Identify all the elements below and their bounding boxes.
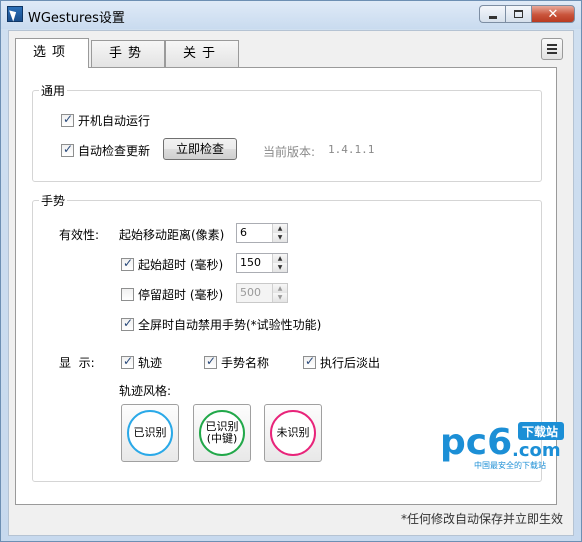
gesture-name-checkbox[interactable]: 手势名称 [204,354,269,371]
start-timeout-checkbox[interactable]: 起始超时 (毫秒) [121,256,223,273]
fullscreen-checkbox[interactable]: 全屏时自动禁用手势(*试验性功能) [121,316,321,333]
trail-check[interactable] [121,354,134,369]
hamburger-icon-line [547,48,557,50]
gestures-group-title: 手势 [39,192,68,209]
pc6-logo-icon: pc6 下载站 .com 中国最安全的下载站 [440,422,564,470]
stay-timeout-check[interactable] [121,288,134,301]
settings-window: WGestures设置 ✕ 选项 手势 关于 通用 开机自动运行 [0,0,582,542]
stepper-arrows[interactable]: ▲ ▼ [272,254,287,272]
validity-label: 有效性: [59,228,100,242]
check-now-button[interactable]: 立即检查 [163,138,237,160]
logo-domain-text: .com [512,440,561,461]
arrow-down-icon: ▼ [273,293,287,302]
style-recognized-middle-ring: 已识别 (中键) [199,410,245,456]
window-title: WGestures设置 [28,11,125,26]
arrow-up-icon[interactable]: ▲ [273,254,287,263]
gesture-name-check[interactable] [204,354,217,369]
trail-style-label: 轨迹风格: [119,384,172,398]
autoupdate-label: 自动检查更新 [78,144,151,158]
general-group-title: 通用 [39,82,68,99]
start-timeout-check[interactable] [121,256,134,271]
minimize-icon [488,15,497,19]
stay-timeout-value: 500 [240,286,261,299]
client-area: 选项 手势 关于 通用 开机自动运行 自动检查更新 立即检查 [8,30,574,536]
version-label: 当前版本: [263,145,316,159]
style-unrecognized-label: 未识别 [276,426,310,439]
pc6-watermark-logo: pc6 下载站 .com 中国最安全的下载站 [440,420,580,474]
fade-checkbox[interactable]: 执行后淡出 [303,354,380,371]
arrow-up-icon: ▲ [273,284,287,293]
fullscreen-check[interactable] [121,316,134,331]
stay-timeout-stepper: 500 ▲ ▼ [236,283,288,303]
style-recognized-ring: 已识别 [127,410,173,456]
start-timeout-stepper[interactable]: 150 ▲ ▼ [236,253,288,273]
stay-timeout-checkbox[interactable]: 停留超时 (毫秒) [121,286,223,303]
menu-button[interactable] [541,38,563,60]
tab-options[interactable]: 选项 [15,38,89,68]
trail-label: 轨迹 [138,356,163,370]
tab-gestures[interactable]: 手势 [91,40,165,67]
start-distance-value[interactable]: 6 [240,226,247,239]
trail-checkbox[interactable]: 轨迹 [121,354,162,371]
autoupdate-checkbox[interactable]: 自动检查更新 [61,142,150,159]
autostart-checkbox[interactable]: 开机自动运行 [61,112,150,129]
autoupdate-check[interactable] [61,142,74,157]
maximize-button[interactable] [505,5,531,23]
arrow-down-icon[interactable]: ▼ [273,263,287,272]
general-group: 通用 开机自动运行 自动检查更新 立即检查 当前版本: 1.4.1.1 [32,82,542,182]
start-timeout-value[interactable]: 150 [240,256,261,269]
style-recognized-label: 已识别 [133,426,167,439]
autostart-check[interactable] [61,112,74,127]
start-timeout-label: 起始超时 (毫秒) [138,258,224,272]
maximize-icon [514,10,523,18]
display-label: 显 示: [59,356,95,370]
style-recognized-button[interactable]: 已识别 [121,404,179,462]
hamburger-icon-line [547,52,557,54]
stay-timeout-label: 停留超时 (毫秒) [138,288,224,302]
logo-brand-text: pc6 [440,422,512,463]
version-value: 1.4.1.1 [328,143,375,156]
minimize-button[interactable] [479,5,505,23]
tab-about[interactable]: 关于 [165,40,239,67]
fade-label: 执行后淡出 [320,356,381,370]
window-controls: ✕ [479,5,575,23]
arrow-up-icon[interactable]: ▲ [273,224,287,233]
style-recognized-middle-button[interactable]: 已识别 (中键) [193,404,251,462]
style-unrecognized-ring: 未识别 [270,410,316,456]
stepper-arrows: ▲ ▼ [272,284,287,302]
logo-tagline-text: 中国最安全的下载站 [474,460,546,470]
autosave-note: *任何修改自动保存并立即生效 [400,512,563,526]
stepper-arrows[interactable]: ▲ ▼ [272,224,287,242]
fullscreen-label: 全屏时自动禁用手势(*试验性功能) [138,318,322,332]
app-icon [7,6,23,22]
fade-check[interactable] [303,354,316,369]
gesture-name-label: 手势名称 [221,356,270,370]
options-panel: 通用 开机自动运行 自动检查更新 立即检查 当前版本: 1.4.1.1 手势 有… [15,67,564,505]
start-distance-label: 起始移动距离(像素) [119,228,225,242]
autostart-label: 开机自动运行 [78,114,151,128]
close-icon: ✕ [547,6,559,22]
title-bar[interactable]: WGestures设置 ✕ [1,1,581,29]
arrow-down-icon[interactable]: ▼ [273,233,287,242]
style-recognized-middle-line2: (中键) [206,432,238,445]
close-button[interactable]: ✕ [531,5,575,23]
hamburger-icon-line [547,44,557,46]
start-distance-stepper[interactable]: 6 ▲ ▼ [236,223,288,243]
style-unrecognized-button[interactable]: 未识别 [264,404,322,462]
logo-badge-text: 下载站 [522,424,558,439]
